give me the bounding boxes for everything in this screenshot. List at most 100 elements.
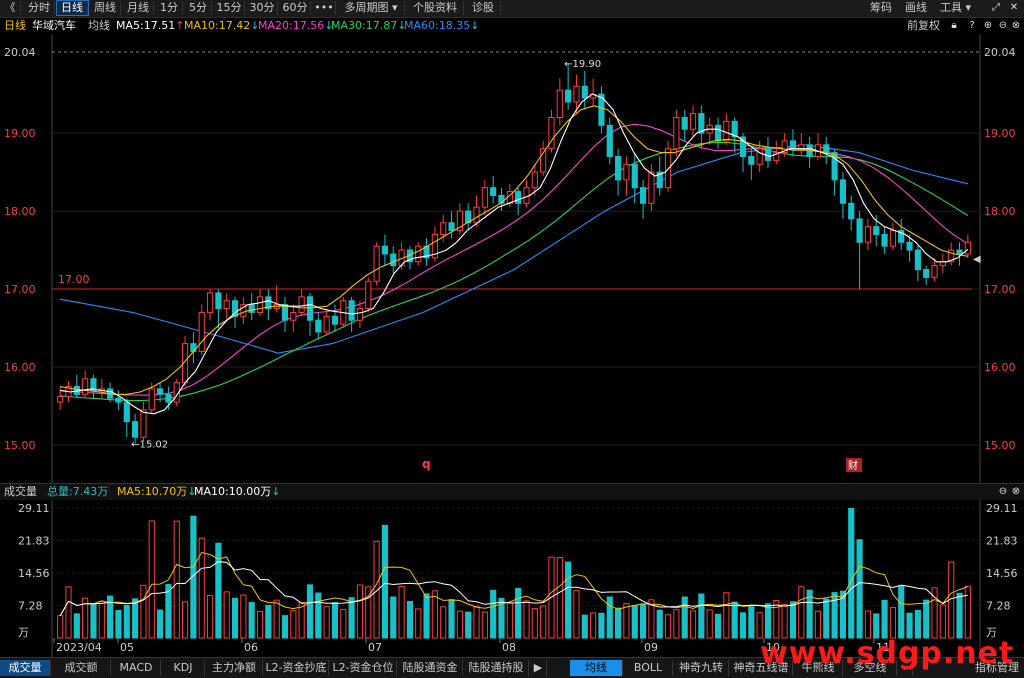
candle-body xyxy=(365,280,372,310)
candle-body xyxy=(348,300,355,321)
indicator-tab-1[interactable]: 成交额 xyxy=(52,660,111,676)
toolbar-tab-6[interactable]: 15分 xyxy=(214,1,245,15)
toolbar-tab-10[interactable]: 多周期图 ▾ xyxy=(338,1,405,15)
toolbar-tab-8[interactable]: 60分 xyxy=(280,1,311,15)
stock-name: 华域汽车 xyxy=(32,19,76,32)
candle-body xyxy=(57,396,64,403)
candle-body xyxy=(515,191,522,204)
overlay-tab-0[interactable]: 均线 xyxy=(570,660,623,676)
adjust-label[interactable]: 前复权 xyxy=(907,19,940,33)
candle-body xyxy=(906,241,913,251)
toolbar-tab-5[interactable]: 5分 xyxy=(185,1,212,15)
price-tick-left: 18.00 xyxy=(4,205,36,218)
candle-body xyxy=(848,202,855,220)
indicator-tab-9[interactable]: ▶ xyxy=(530,660,547,676)
candle-body xyxy=(764,148,772,161)
ma-header: 日线 华域汽车 均线 MA5:17.51↑ MA10:17.42↓ MA20:1… xyxy=(0,18,1024,34)
volume-chart[interactable]: 29.11 29.1121.83 21.8314.56 14.567.28 7.28万万… xyxy=(0,500,1024,657)
volume-bar xyxy=(898,586,905,639)
back-button[interactable]: 《 xyxy=(0,1,21,15)
volume-bar xyxy=(598,612,605,639)
toolbar-tab-3[interactable]: 月线 xyxy=(123,1,154,15)
date-label: 07 xyxy=(368,641,382,654)
volume-bar xyxy=(165,584,172,639)
toolbar-tab-12[interactable]: 诊股 xyxy=(466,1,501,15)
chips-button[interactable]: 筹码 xyxy=(870,1,900,15)
candle-body xyxy=(140,409,147,438)
volume-bar xyxy=(273,599,280,639)
volume-bar xyxy=(748,606,755,639)
event-marker-q[interactable]: q xyxy=(422,457,431,471)
indicator-tab-5[interactable]: L2-资金抄底 xyxy=(264,660,329,676)
high-price-label: ←19.90 xyxy=(564,59,601,70)
current-price-marker: ◀ xyxy=(973,254,981,265)
candle-body xyxy=(964,241,971,255)
tools-menu[interactable]: 工具 ▾ xyxy=(940,1,982,15)
toolbar-tab-2[interactable]: 周线 xyxy=(90,1,121,15)
indicator-tab-0[interactable]: 成交量 xyxy=(0,660,51,676)
volume-tick-left: 万 xyxy=(18,626,29,639)
zoom-out-icon[interactable]: ⊖ xyxy=(997,20,1009,32)
price-chart[interactable]: 20.04 20.04 19.00 19.00 18.00 18.00 17.00 17.00… xyxy=(0,34,1024,483)
indicator-tab-2[interactable]: MACD xyxy=(112,660,161,676)
volume-bar xyxy=(98,600,105,639)
indicator-tab-8[interactable]: 陆股通持股 xyxy=(464,660,529,676)
candle-body xyxy=(664,148,672,189)
indicator-tab-4[interactable]: 主力净额 xyxy=(206,660,263,676)
overlay-tab-1[interactable]: BOLL xyxy=(624,660,673,676)
indicator-tab-6[interactable]: L2-资金仓位 xyxy=(330,660,397,676)
candle-body xyxy=(223,300,230,310)
close-volume-icon[interactable]: ⊗ xyxy=(1010,486,1022,498)
avg-line-label[interactable]: 均线 xyxy=(88,19,110,33)
candle-body xyxy=(381,245,389,255)
volume-bar xyxy=(964,585,971,639)
price-tick-right: 16.00 xyxy=(984,361,1016,374)
candle-body xyxy=(723,120,730,142)
zoom-in-icon[interactable]: ⊕ xyxy=(982,20,994,32)
toolbar-tab-11[interactable]: 个股资料 xyxy=(407,1,464,15)
candle-body xyxy=(415,245,422,263)
close-panel-icon[interactable]: ⊗ xyxy=(1010,20,1022,32)
draw-line-button[interactable]: 画线 xyxy=(905,1,935,15)
indicator-tab-7[interactable]: 陆股通资金 xyxy=(398,660,463,676)
volume-bar xyxy=(215,542,222,639)
toolbar-tab-0[interactable]: 分时 xyxy=(24,1,55,15)
price-tick-left: 20.04 xyxy=(4,46,36,59)
candle-body xyxy=(148,388,155,411)
volume-bar xyxy=(798,586,805,639)
volume-bar xyxy=(540,605,547,639)
close-icon[interactable]: ✕ xyxy=(1008,2,1020,14)
candle-body xyxy=(623,163,630,181)
restore-icon[interactable]: ⤢ xyxy=(990,2,1002,14)
overlay-tab-2[interactable]: 神奇九转 xyxy=(674,660,729,676)
candle-body xyxy=(390,253,397,267)
ma5-value: MA5:17.51↑ xyxy=(116,19,185,32)
volume-bar xyxy=(490,589,497,639)
candle-body xyxy=(823,144,830,154)
toolbar-tab-1[interactable]: 日线 xyxy=(56,0,89,16)
candle-body xyxy=(914,249,921,271)
candle-body xyxy=(473,206,480,224)
volume-bar xyxy=(664,614,672,639)
zoom-out-volume-icon[interactable]: ⊖ xyxy=(997,486,1009,498)
volume-bar xyxy=(431,590,438,639)
volume-bar xyxy=(856,539,863,639)
volume-bar xyxy=(914,609,921,639)
volume-bar xyxy=(615,607,622,639)
toolbar-tab-4[interactable]: 1分 xyxy=(156,1,183,15)
volume-bar xyxy=(115,609,122,639)
toolbar-tab-7[interactable]: 30分 xyxy=(247,1,278,15)
question-icon[interactable]: ? xyxy=(966,20,978,32)
volume-bar xyxy=(590,612,597,639)
candle-body xyxy=(331,315,339,325)
indicator-tab-3[interactable]: KDJ xyxy=(162,660,205,676)
finance-marker[interactable]: 财 xyxy=(848,459,858,472)
candle-body xyxy=(673,117,680,150)
lock-icon[interactable]: 🔒︎ xyxy=(948,20,960,32)
toolbar-tab-9[interactable]: ••• xyxy=(313,1,336,15)
candle-body xyxy=(215,292,222,310)
candle-body xyxy=(631,163,638,189)
candle-body xyxy=(581,85,588,99)
volume-bar xyxy=(606,596,613,639)
volume-tick-left: 7.28 xyxy=(18,599,43,612)
